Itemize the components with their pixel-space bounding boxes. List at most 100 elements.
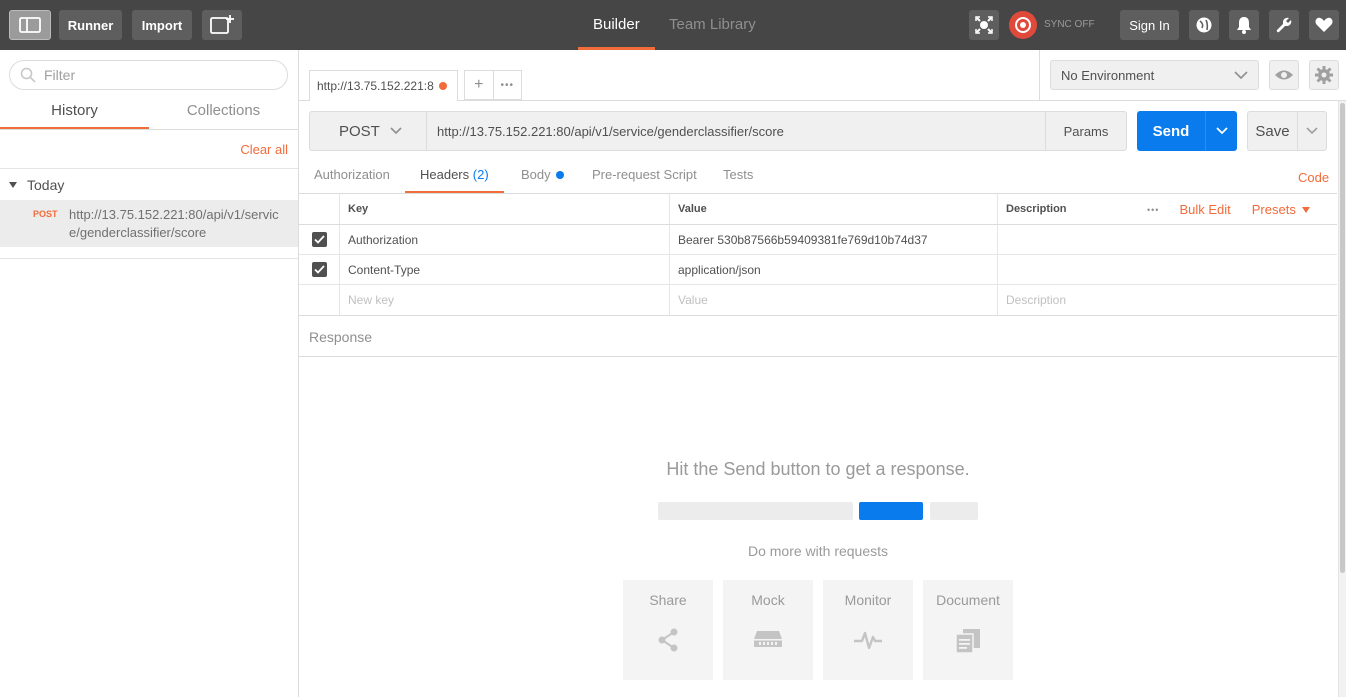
environment-select-value: No Environment — [1061, 67, 1155, 83]
new-key-input[interactable]: New key — [339, 285, 669, 315]
tab-builder[interactable]: Builder — [578, 0, 655, 50]
tab-more-button[interactable]: ••• — [494, 71, 522, 99]
presets-dropdown[interactable]: Presets — [1252, 202, 1311, 217]
history-item-method: POST — [33, 209, 58, 219]
column-header-value: Value — [669, 194, 997, 224]
header-enabled-checkbox[interactable] — [311, 262, 327, 277]
chevron-down-icon — [1215, 127, 1228, 135]
method-value: POST — [339, 122, 380, 140]
divider — [299, 315, 1337, 316]
divider — [0, 168, 298, 169]
environment-select[interactable]: No Environment — [1050, 60, 1259, 90]
manage-environments-button[interactable] — [1309, 60, 1339, 90]
tab-tests[interactable]: Tests — [723, 167, 753, 193]
table-row: Content-Type application/json — [299, 255, 1337, 285]
send-options-button[interactable] — [1205, 111, 1237, 151]
tab-pre-request-script[interactable]: Pre-request Script — [592, 167, 697, 193]
divider — [299, 356, 1337, 357]
body-indicator-dot-icon — [555, 171, 564, 179]
tab-collections[interactable]: Collections — [149, 102, 298, 128]
mock-server-icon — [754, 631, 782, 647]
caret-down-icon — [9, 182, 17, 188]
new-tab-button[interactable]: + — [465, 71, 494, 99]
request-tab-title: http://13.75.152.221:8 — [317, 79, 434, 93]
tab-body[interactable]: Body — [521, 167, 564, 193]
sidebar-toggle-button[interactable] — [9, 10, 51, 40]
share-card[interactable]: Share — [623, 580, 713, 680]
sidebar: History Collections Clear all Today POST… — [0, 50, 299, 697]
chevron-down-icon — [390, 127, 402, 135]
bulk-edit-link[interactable]: Bulk Edit — [1179, 202, 1230, 217]
header-description-cell[interactable] — [997, 225, 1337, 254]
clear-all-link[interactable]: Clear all — [240, 142, 288, 157]
environment-area: No Environment — [1039, 50, 1346, 101]
document-card[interactable]: Document — [923, 580, 1013, 680]
do-more-text: Do more with requests — [747, 543, 889, 559]
monitor-card[interactable]: Monitor — [823, 580, 913, 680]
sync-status-icon[interactable] — [1009, 11, 1037, 39]
runner-button[interactable]: Runner — [59, 10, 122, 40]
satellite-icon — [975, 16, 993, 34]
checkmark-icon — [313, 265, 325, 274]
sidebar-toggle-icon — [19, 17, 41, 33]
params-button[interactable]: Params — [1045, 111, 1127, 151]
table-more-button[interactable]: ••• — [1147, 205, 1159, 215]
header-value-cell[interactable]: Bearer 530b87566b59409381fe769d10b74d37 — [669, 225, 997, 254]
request-tab-strip: http://13.75.152.221:8 + ••• — [299, 50, 1039, 101]
history-group-today[interactable]: Today — [9, 177, 64, 193]
row-checkbox-cell — [299, 255, 339, 284]
save-button[interactable]: Save — [1247, 111, 1327, 151]
sign-in-button[interactable]: Sign In — [1120, 10, 1179, 40]
send-button[interactable]: Send — [1137, 111, 1237, 151]
scrollbar-thumb[interactable] — [1340, 103, 1345, 573]
row-checkbox-cell — [299, 225, 339, 254]
globe-icon — [1196, 17, 1212, 33]
response-label: Response — [309, 329, 373, 345]
header-key-cell[interactable]: Content-Type — [339, 255, 669, 284]
tab-headers-label: Headers — [420, 167, 470, 182]
gear-icon — [1315, 66, 1333, 84]
bell-icon — [1237, 17, 1251, 34]
history-item[interactable]: POST http://13.75.152.221:80/api/v1/serv… — [0, 200, 298, 247]
tab-history[interactable]: History — [0, 102, 149, 130]
api-network-button[interactable] — [1189, 10, 1219, 40]
mock-card[interactable]: Mock — [723, 580, 813, 680]
environment-quick-look-button[interactable] — [1269, 60, 1299, 90]
header-enabled-checkbox[interactable] — [311, 232, 327, 247]
checkmark-icon — [313, 235, 325, 244]
filter-field[interactable] — [9, 60, 288, 90]
row-checkbox-cell — [299, 285, 339, 315]
method-select[interactable]: POST — [309, 111, 426, 151]
header-description-cell[interactable] — [997, 255, 1337, 284]
illustration-url-bar — [658, 502, 853, 520]
url-input[interactable]: http://13.75.152.221:80/api/v1/service/g… — [426, 111, 1046, 151]
header-key-cell[interactable]: Authorization — [339, 225, 669, 254]
wrench-icon — [1276, 17, 1292, 33]
tab-authorization[interactable]: Authorization — [314, 167, 390, 193]
eye-icon — [1275, 70, 1293, 80]
chevron-down-icon — [1306, 127, 1318, 135]
tab-headers[interactable]: Headers (2) — [405, 167, 504, 194]
favorite-button[interactable] — [1309, 10, 1339, 40]
tab-team-library[interactable]: Team Library — [669, 0, 756, 50]
filter-input[interactable] — [44, 67, 264, 83]
request-tab[interactable]: http://13.75.152.221:8 — [309, 70, 458, 101]
column-header-key: Key — [339, 194, 669, 224]
new-button[interactable] — [202, 10, 242, 40]
import-button[interactable]: Import — [132, 10, 192, 40]
code-link[interactable]: Code — [1298, 170, 1329, 185]
document-icon — [955, 629, 980, 654]
new-description-input[interactable]: Description — [997, 285, 1337, 315]
interceptor-button[interactable] — [969, 10, 999, 40]
new-window-icon — [210, 15, 234, 34]
monitor-pulse-icon — [854, 631, 882, 650]
notifications-button[interactable] — [1229, 10, 1259, 40]
new-value-input[interactable]: Value — [669, 285, 997, 315]
header-value-cell[interactable]: application/json — [669, 255, 997, 284]
headers-table: Key Value Description ••• Bulk Edit Pres… — [299, 194, 1337, 315]
send-button-label: Send — [1152, 122, 1190, 140]
presets-label: Presets — [1251, 202, 1296, 217]
save-options-button[interactable] — [1297, 112, 1326, 150]
settings-button[interactable] — [1269, 10, 1299, 40]
header-checkbox-column — [299, 194, 339, 224]
